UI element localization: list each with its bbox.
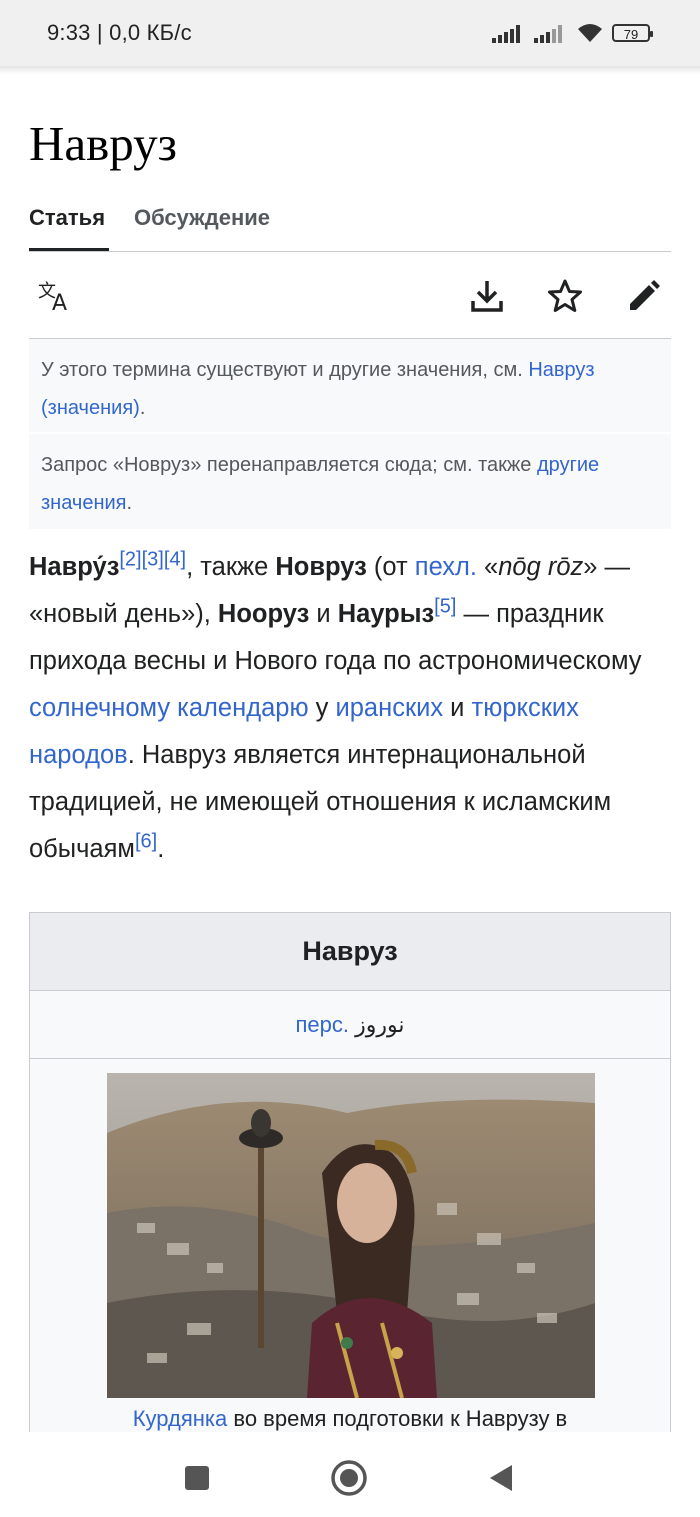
reference-link[interactable]: [4] bbox=[164, 549, 186, 571]
tab-article[interactable]: Статья bbox=[29, 205, 109, 251]
lead-paragraph: Навру́з[2][3][4], также Новруз (от пехл.… bbox=[29, 544, 679, 873]
term-nooruz: Нооруз bbox=[217, 600, 310, 628]
battery-icon: 79 bbox=[612, 24, 653, 42]
text: , также bbox=[186, 553, 276, 581]
signal-icon bbox=[492, 23, 520, 43]
reference-link[interactable]: [5] bbox=[434, 596, 456, 618]
infobox: Навруз перс. نوروز Курдянка во время под… bbox=[29, 912, 671, 1442]
caption-text: во время подготовки к Наврузу в bbox=[227, 1406, 568, 1431]
hatnote-disambiguation: У этого термина существуют и другие знач… bbox=[29, 339, 671, 432]
hatnote-text: Запрос «Новруз» перенаправляется сюда; с… bbox=[41, 454, 537, 476]
signal-2-icon bbox=[534, 23, 562, 43]
text: и bbox=[309, 600, 338, 628]
hatnote-end: . bbox=[126, 492, 133, 514]
page-title: Навруз bbox=[29, 116, 177, 171]
transliteration: nōg rōz bbox=[498, 553, 584, 581]
translate-icon[interactable]: 文 A bbox=[37, 276, 77, 316]
tab-talk[interactable]: Обсуждение bbox=[134, 205, 270, 251]
battery-level: 79 bbox=[623, 27, 639, 42]
text: у bbox=[308, 694, 336, 722]
reference-link[interactable]: [2] bbox=[119, 549, 141, 571]
text: и bbox=[443, 694, 472, 722]
system-nav-bar bbox=[0, 1432, 700, 1517]
wifi-icon bbox=[578, 24, 602, 42]
link-pahlavi[interactable]: пехл. bbox=[415, 553, 477, 581]
infobox-title: Навруз bbox=[30, 913, 670, 991]
status-time: 9:33 | 0,0 КБ/с bbox=[47, 20, 192, 45]
persian-link[interactable]: перс. bbox=[296, 1012, 350, 1038]
triangle-back-icon[interactable] bbox=[481, 1458, 521, 1498]
link-solar-calendar[interactable]: солнечному календарю bbox=[29, 694, 309, 722]
page-toolbar: 文 A bbox=[29, 252, 671, 339]
hatnote-text: У этого термина существуют и другие знач… bbox=[41, 359, 529, 381]
link-iranian[interactable]: иранских bbox=[336, 694, 444, 722]
text: « bbox=[476, 553, 499, 581]
circle-icon[interactable] bbox=[329, 1458, 369, 1498]
status-bar: 9:33 | 0,0 КБ/с 79 bbox=[0, 0, 700, 66]
page-tabs: Статья Обсуждение bbox=[29, 205, 671, 252]
term-nauryz: Наурыз bbox=[337, 600, 435, 628]
infobox-native-name: перс. نوروز bbox=[30, 991, 670, 1059]
caption-link[interactable]: Курдянка bbox=[133, 1406, 228, 1431]
term-navruz: Навру́з bbox=[29, 553, 120, 581]
star-icon[interactable] bbox=[545, 276, 585, 316]
persian-name: نوروز bbox=[355, 1011, 405, 1037]
edit-icon[interactable] bbox=[624, 276, 664, 316]
status-icons: 79 bbox=[492, 20, 653, 46]
text: . bbox=[157, 835, 165, 863]
reference-link[interactable]: [3] bbox=[142, 549, 164, 571]
square-icon[interactable] bbox=[177, 1458, 217, 1498]
svg-text:A: A bbox=[52, 291, 67, 313]
text: (от bbox=[366, 553, 415, 581]
reference-link[interactable]: [6] bbox=[135, 831, 157, 853]
term-novruz: Новруз bbox=[275, 553, 367, 581]
download-icon[interactable] bbox=[467, 276, 507, 316]
infobox-image[interactable] bbox=[107, 1073, 595, 1398]
hatnote-redirect: Запрос «Новруз» перенаправляется сюда; с… bbox=[29, 434, 671, 529]
status-shadow bbox=[0, 66, 700, 74]
hatnote-end: . bbox=[139, 397, 146, 419]
